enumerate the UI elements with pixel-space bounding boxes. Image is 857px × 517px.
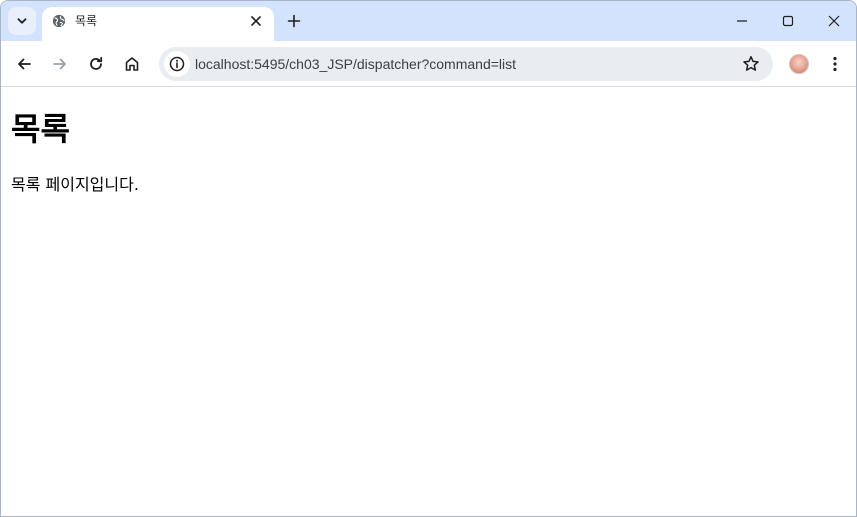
address-bar[interactable]: localhost:5495/ch03_JSP/dispatcher?comma…	[159, 47, 773, 81]
close-icon	[828, 15, 840, 27]
reload-icon	[90, 56, 103, 70]
back-button[interactable]	[10, 50, 38, 78]
maximize-button[interactable]	[765, 7, 811, 35]
more-vert-icon	[833, 56, 837, 72]
profile-avatar[interactable]	[789, 54, 809, 74]
star-icon	[743, 56, 759, 71]
tab-close-button[interactable]	[246, 11, 266, 31]
bookmark-button[interactable]	[741, 54, 761, 74]
info-icon	[169, 56, 185, 72]
page-body-text: 목록 페이지입니다.	[11, 175, 139, 194]
forward-arrow-icon	[53, 58, 66, 70]
menu-button[interactable]	[825, 53, 845, 75]
back-arrow-icon	[18, 58, 31, 70]
url-text[interactable]: localhost:5495/ch03_JSP/dispatcher?comma…	[195, 55, 516, 73]
page-content: 목록 목록 페이지입니다.	[1, 88, 856, 516]
new-tab-button[interactable]	[283, 10, 305, 32]
maximize-icon	[782, 15, 794, 27]
tab-strip: 목록	[1, 1, 856, 41]
minimize-icon	[737, 20, 747, 22]
page-title: 목록	[11, 110, 70, 148]
reload-button[interactable]	[82, 50, 110, 78]
toolbar: localhost:5495/ch03_JSP/dispatcher?comma…	[1, 41, 856, 87]
close-icon	[251, 16, 261, 26]
site-info-button[interactable]	[164, 51, 190, 77]
tab-search-button[interactable]	[8, 7, 36, 35]
chevron-down-icon	[17, 18, 27, 24]
plus-icon	[287, 14, 301, 28]
window-close-button[interactable]	[811, 7, 856, 35]
browser-window: 목록 localhost:5495/ch03_JSP/dispatcher?co…	[0, 0, 857, 517]
minimize-button[interactable]	[719, 7, 765, 35]
tab-active[interactable]: 목록	[42, 7, 274, 41]
tab-title: 목록	[75, 14, 98, 28]
home-icon	[125, 57, 139, 71]
globe-icon	[52, 14, 66, 28]
forward-button[interactable]	[46, 50, 74, 78]
home-button[interactable]	[118, 50, 146, 78]
